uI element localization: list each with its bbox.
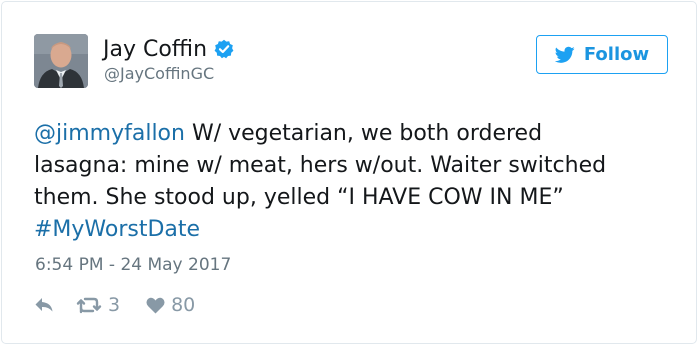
heart-icon <box>146 297 165 314</box>
author-handle[interactable]: @JayCoffinGC <box>104 64 214 83</box>
like-count: 80 <box>171 294 196 316</box>
tweet-text-segment: them. She stood up, yelled “I HAVE COW I… <box>34 185 564 210</box>
retweet-button[interactable]: 3 <box>76 294 120 316</box>
follow-button[interactable]: Follow <box>536 35 668 74</box>
hashtag-link[interactable]: #MyWorstDate <box>34 217 200 242</box>
reply-button[interactable] <box>34 297 54 313</box>
tweet-timestamp[interactable]: 6:54 PM - 24 May 2017 <box>35 255 231 275</box>
tweet-text-segment: W/ vegetarian, we both ordered <box>184 121 543 146</box>
tweet-text-segment: lasagna: mine w/ meat, hers w/out. Waite… <box>34 153 607 178</box>
tweet-line: lasagna: mine w/ meat, hers w/out. Waite… <box>34 150 674 182</box>
author-display-name[interactable]: Jay Coffin <box>103 37 207 62</box>
verified-badge-icon <box>214 39 234 59</box>
follow-button-label: Follow <box>583 44 650 65</box>
tweet-line: @jimmyfallon W/ vegetarian, we both orde… <box>34 118 674 150</box>
reply-icon <box>34 297 54 313</box>
tweet-text: @jimmyfallon W/ vegetarian, we both orde… <box>34 118 674 246</box>
author-name-row: Jay Coffin <box>103 33 234 65</box>
retweet-count: 3 <box>108 294 121 316</box>
avatar[interactable] <box>34 34 88 88</box>
tweet-line: them. She stood up, yelled “I HAVE COW I… <box>34 182 674 214</box>
like-button[interactable]: 80 <box>146 294 195 316</box>
tweet-line: #MyWorstDate <box>34 214 674 246</box>
tweet-card: Jay Coffin @JayCoffinGC Follow @jimmyfal… <box>1 1 697 344</box>
tweet-actions: 3 80 <box>34 290 195 320</box>
mention-link[interactable]: @jimmyfallon <box>34 121 185 146</box>
twitter-bird-icon <box>554 46 575 64</box>
retweet-icon <box>76 296 102 314</box>
avatar-photo <box>34 34 88 88</box>
